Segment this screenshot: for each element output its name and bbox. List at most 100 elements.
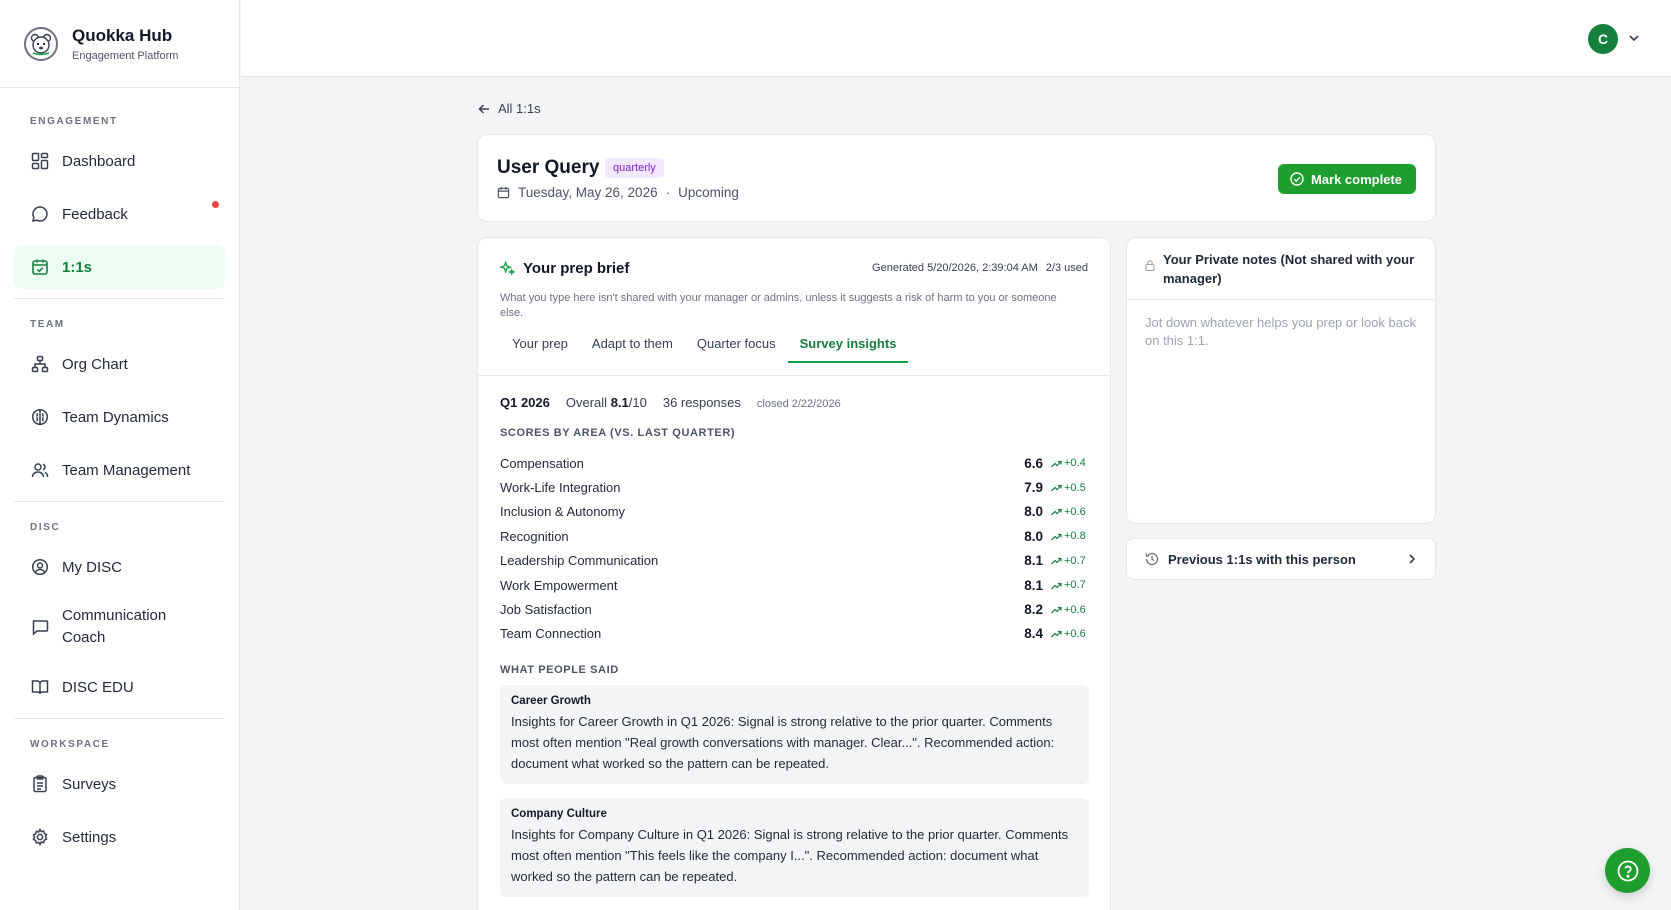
sidebar-item-label: Feedback	[62, 205, 128, 223]
score-delta: +0.5	[1051, 482, 1089, 494]
book-open-icon	[30, 677, 50, 697]
sparkles-icon	[500, 261, 515, 276]
notes-divider	[1127, 299, 1435, 300]
chevron-right-icon	[1409, 554, 1416, 564]
clipboard-icon	[30, 774, 50, 794]
cadence-badge: quarterly	[605, 158, 664, 178]
tab-quarter-focus[interactable]: Quarter focus	[685, 332, 788, 363]
mark-complete-button[interactable]: Mark complete	[1277, 164, 1416, 194]
score-row: Leadership Communication 8.1 +0.7	[500, 549, 1089, 573]
sidebar-item-dashboard[interactable]: Dashboard	[14, 139, 225, 183]
sidebar-item-label: Team Dynamics	[62, 408, 169, 426]
nav-section-team: TEAM Org Chart Team Dynamics Team Manage…	[0, 299, 239, 492]
sidebar-item-label: My DISC	[62, 558, 122, 576]
back-link[interactable]: All 1:1s	[478, 101, 541, 116]
score-delta: +0.4	[1051, 457, 1089, 469]
trend-up-icon	[1051, 631, 1062, 638]
sidebar-item-label: Communication Coach	[62, 607, 167, 646]
trend-up-icon	[1051, 558, 1062, 565]
sidebar-item-org-chart[interactable]: Org Chart	[14, 342, 225, 386]
arrow-left-icon	[478, 103, 489, 114]
score-value: 6.6	[1024, 455, 1043, 471]
generated-info: Generated 5/20/2026, 2:39:04 AM 2/3 used	[872, 262, 1088, 274]
nav-section-label: WORKSPACE	[30, 739, 110, 750]
quote-title: Company Culture	[511, 808, 607, 820]
trend-up-icon	[1051, 606, 1062, 614]
prep-brief-header: Your prep brief	[500, 260, 629, 277]
scores-section-label: SCORES BY AREA (VS. LAST QUARTER)	[500, 427, 736, 439]
score-delta: +0.7	[1051, 555, 1089, 567]
previous-1on1s-button[interactable]: Previous 1:1s with this person	[1126, 538, 1436, 580]
sidebar-item-surveys[interactable]: Surveys	[14, 762, 225, 806]
nav-section-label: ENGAGEMENT	[30, 116, 118, 127]
check-circle-icon	[1290, 172, 1304, 186]
said-section-label: WHAT PEOPLE SAID	[500, 664, 619, 676]
page-title: User Query	[497, 157, 600, 178]
score-area-name: Recognition	[500, 528, 569, 544]
help-button[interactable]	[1605, 848, 1650, 893]
generated-timestamp: Generated 5/20/2026, 2:39:04 AM	[872, 262, 1038, 274]
dashboard-icon	[30, 151, 50, 171]
sidebar-item-disc-edu[interactable]: DISC EDU	[14, 665, 225, 709]
tab-survey-insights[interactable]: Survey insights	[787, 332, 909, 363]
sidebar-item-my-disc[interactable]: My DISC	[14, 545, 225, 589]
sidebar-item-settings[interactable]: Settings	[14, 815, 225, 859]
sidebar: Quokka Hub Engagement Platform ENGAGEMEN…	[0, 0, 240, 910]
meeting-header-card: User Query quarterly Tuesday, May 26, 20…	[477, 134, 1436, 222]
sidebar-item-team-dynamics[interactable]: Team Dynamics	[14, 395, 225, 439]
score-area-name: Inclusion & Autonomy	[500, 504, 626, 520]
score-area-name: Compensation	[500, 455, 584, 471]
notification-dot	[212, 201, 219, 208]
overall-value: 8.1	[610, 395, 629, 410]
score-row: Team Connection 8.4 +0.6	[500, 622, 1089, 646]
quote-body: Insights for Company Culture in Q1 2026:…	[511, 827, 1069, 884]
avatar[interactable]: C	[1588, 24, 1618, 54]
tab-adapt-to-them[interactable]: Adapt to them	[580, 332, 685, 363]
nav-section-disc: DISC My DISC Communication Coach DISC ED…	[0, 502, 239, 709]
quokka-logo-icon	[24, 26, 58, 61]
quote-card: Company Culture Insights for Company Cul…	[500, 798, 1089, 897]
quote-card: Career Growth Insights for Career Growth…	[500, 685, 1089, 784]
meeting-status: Upcoming	[678, 185, 739, 200]
tab-your-prep[interactable]: Your prep	[500, 332, 580, 363]
score-delta: +0.8	[1051, 530, 1089, 542]
lock-icon	[1145, 260, 1155, 271]
chat-bubble-icon	[30, 204, 50, 224]
sidebar-item-1on1s[interactable]: 1:1s	[14, 245, 225, 289]
sidebar-item-communication-coach[interactable]: Communication Coach	[14, 597, 225, 657]
sidebar-item-label: Settings	[62, 828, 117, 846]
score-delta-value: +0.7	[1064, 579, 1086, 592]
brand-subtitle: Engagement Platform	[72, 49, 179, 62]
score-delta-value: +0.8	[1064, 530, 1086, 543]
sidebar-item-feedback[interactable]: Feedback	[14, 192, 225, 236]
org-chart-icon	[30, 354, 50, 374]
prep-brief-card: Your prep brief Generated 5/20/2026, 2:3…	[477, 237, 1111, 910]
trend-up-icon	[1051, 533, 1062, 541]
usage-count: 2/3 used	[1045, 262, 1088, 274]
scores-list: Compensation 6.6 +0.4 Work-Life Integrat…	[500, 451, 1089, 646]
user-circle-icon	[30, 557, 50, 577]
overall-suffix: /10	[628, 395, 647, 410]
sidebar-item-label: Org Chart	[62, 355, 128, 373]
nav-section-engagement: ENGAGEMENT Dashboard Feedback 1:1s	[0, 88, 239, 289]
score-value: 8.0	[1024, 528, 1043, 544]
sidebar-item-team-management[interactable]: Team Management	[14, 448, 225, 492]
survey-quarter: Q1 2026	[500, 395, 550, 410]
score-area-name: Leadership Communication	[500, 553, 659, 569]
sidebar-item-label: Surveys	[62, 775, 117, 793]
separator: ·	[665, 185, 671, 200]
score-delta: +0.6	[1051, 506, 1089, 518]
trend-up-icon	[1051, 484, 1062, 492]
sidebar-item-label: DISC EDU	[62, 678, 134, 696]
score-value: 8.4	[1024, 626, 1043, 642]
private-notes-input[interactable]	[1145, 314, 1419, 504]
score-value: 8.1	[1024, 577, 1043, 593]
tabs-divider	[478, 375, 1110, 376]
trend-up-icon	[1051, 460, 1062, 468]
calendar-icon	[497, 186, 510, 199]
meeting-date-row: Tuesday, May 26, 2026 · Upcoming	[497, 185, 739, 200]
chevron-down-icon[interactable]	[1627, 31, 1641, 45]
sidebar-item-label: Team Management	[62, 461, 191, 479]
brief-tabs: Your prep Adapt to them Quarter focus Su…	[500, 332, 909, 363]
prep-brief-title: Your prep brief	[523, 260, 630, 277]
